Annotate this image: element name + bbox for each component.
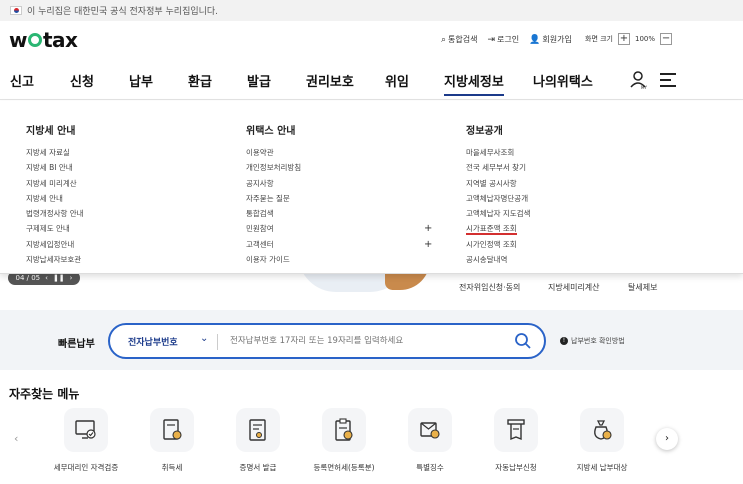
expand-plus-icon[interactable]: + [424,221,432,236]
hero-link-delegation[interactable]: 전자위임신청·동의 [459,282,520,293]
menu-item[interactable]: 개인정보처리방침 [246,160,301,175]
menu-column-wetax-guide: 위택스 안내 이용약관 개인정보처리방침 공지사항 자주묻는 질문 통합검색 민… [246,122,432,267]
next-icon[interactable]: › [70,274,73,282]
menu-item[interactable]: 마을세무사조회 [466,145,530,160]
zoom-value: 100% [635,35,656,43]
document-coin-icon [163,419,182,440]
menu-item[interactable]: 이용자 가이드 [246,252,301,267]
frequent-item-agent-verify[interactable]: 세무대리인 자격검증 [41,408,131,473]
receipt-icon [507,419,525,441]
menu-item[interactable]: 공시송달내역 [466,252,530,267]
menu-item[interactable]: 시가인정액 조회 [466,237,530,252]
nav-item-pay[interactable]: 납부 [129,71,153,90]
clipboard-coin-icon [335,418,353,441]
menu-item[interactable]: 지방세 BI 안내 [26,160,84,175]
menu-item[interactable]: 구제제도 안내 [26,221,84,236]
util-links: ⌕ 통합검색 ⇥ 로그인 👤 회원가입 [441,34,572,45]
hero-link-tax-report[interactable]: 탈세제보 [628,282,657,293]
search-icon[interactable] [514,332,532,350]
frequent-menu-title: 자주찾는 메뉴 [9,387,80,401]
frequent-item-registration-tax[interactable]: 등록면허세(등록분) [299,408,389,473]
menu-item[interactable]: 지방납세자보호관 [26,252,84,267]
menu-item[interactable]: 지방세 자료실 [26,145,84,160]
monitor-check-icon [75,420,96,439]
gov-banner-text: 이 누리집은 대한민국 공식 전자정부 누리집입니다. [27,7,219,17]
column-title: 정보공개 [466,126,503,137]
payment-number-help-link[interactable]: ! 납부번호 확인방법 [560,336,625,346]
zoom-label: 화면 크기 [585,35,613,43]
chevron-down-icon[interactable]: ⌄ [200,333,208,344]
logo-e-icon [27,32,42,47]
menu-item[interactable]: 고액체납자 지도검색 [466,206,530,221]
nav-item-rights[interactable]: 권리보호 [306,71,354,90]
divider [217,334,218,350]
zoom-control: 화면 크기 + 100% − [585,33,673,45]
menu-item[interactable]: 법령개정사항 안내 [26,206,84,221]
money-bag-icon [594,420,612,440]
nav-item-issue[interactable]: 발급 [247,71,271,90]
menu-item[interactable]: 지방세 미리계산 [26,176,84,191]
zoom-out-button[interactable]: − [660,33,673,45]
menu-item[interactable]: 자주묻는 질문 [246,191,301,206]
certificate-icon [249,419,266,441]
menu-item[interactable]: 통합검색 [246,206,301,221]
menu-item[interactable]: 지방세입정안내 [26,237,84,252]
quick-pay-section: 빠른납부 전자납부번호 ⌄ ! 납부번호 확인방법 [0,310,743,370]
menu-item-standard-price-lookup[interactable]: 시가표준액 조회 [466,221,530,236]
quick-pay-label: 빠른납부 [58,339,95,350]
menu-item-expandable[interactable]: 고객센터 + [246,237,432,252]
my-page-icon[interactable]: MY [630,70,648,90]
payment-type-select[interactable]: 전자납부번호 [128,335,178,348]
nav-item-delegate[interactable]: 위임 [385,71,409,90]
menu-column-info-disclosure: 정보공개 마을세무사조회 전국 세무부서 찾기 지역별 공시사항 고액체납자명단… [466,122,530,267]
zoom-in-button[interactable]: + [618,33,630,45]
wetax-logo[interactable]: w tax [9,28,78,52]
hero-banner: 04 / 05 ‹ ❚❚ › 전자위임신청·동의 지방세미리계산 탈세제보 [0,254,743,310]
nav-item-local-tax-info[interactable]: 지방세정보 [444,71,504,96]
carousel-prev-icon[interactable]: ‹ [14,432,18,445]
frequent-item-payment-target[interactable]: 지방세 납부대상 [557,408,647,473]
prev-icon[interactable]: ‹ [45,274,48,282]
hamburger-menu-icon[interactable] [660,73,676,87]
pager-count: 04 / 05 [15,274,41,282]
frequent-item-special-collection[interactable]: 특별징수 [385,408,475,473]
menu-column-local-tax-guide: 지방세 안내 지방세 자료실 지방세 BI 안내 지방세 미리계산 지방세 안내… [26,122,84,267]
menu-item[interactable]: 지역별 공시사항 [466,176,530,191]
korea-flag-icon [10,6,22,15]
nav-item-report[interactable]: 신고 [10,71,34,90]
add-user-icon: 👤 [529,35,541,45]
payment-number-input[interactable] [230,336,510,346]
signup-link[interactable]: 👤 회원가입 [529,34,572,45]
svg-text:MY: MY [641,85,647,90]
frequent-item-auto-payment[interactable]: 자동납부신청 [471,408,561,473]
login-icon: ⇥ [487,35,496,45]
search-link[interactable]: ⌕ 통합검색 [441,34,478,45]
menu-item-expandable[interactable]: 민원참여 + [246,221,432,236]
envelope-check-icon [420,422,440,439]
menu-item[interactable]: 공지사항 [246,176,301,191]
menu-item[interactable]: 지방세 안내 [26,191,84,206]
info-icon: ! [560,337,568,345]
pause-icon[interactable]: ❚❚ [53,274,65,282]
column-title: 지방세 안내 [26,126,76,137]
search-icon: ⌕ [441,35,447,45]
menu-item[interactable]: 고액체납자명단공개 [466,191,530,206]
nav-item-my-wetax[interactable]: 나의위택스 [533,71,593,90]
quick-pay-search-box: 전자납부번호 ⌄ [108,323,546,359]
frequent-item-acquisition-tax[interactable]: 취득세 [127,408,217,473]
expand-plus-icon[interactable]: + [424,237,432,252]
nav-item-apply[interactable]: 신청 [70,71,94,90]
menu-item[interactable]: 이용약관 [246,145,301,160]
login-link[interactable]: ⇥ 로그인 [488,34,520,45]
hero-link-precalc[interactable]: 지방세미리계산 [548,282,600,293]
main-nav: 신고 신청 납부 환급 발급 권리보호 위임 지방세정보 나의위택스 MY [0,59,743,100]
nav-item-refund[interactable]: 환급 [188,71,212,90]
mega-dropdown: 지방세 안내 지방세 자료실 지방세 BI 안내 지방세 미리계산 지방세 안내… [0,101,743,274]
menu-item[interactable]: 전국 세무부서 찾기 [466,160,530,175]
carousel-next-icon[interactable]: › [656,428,678,450]
gov-banner: 이 누리집은 대한민국 공식 전자정부 누리집입니다. [0,0,743,21]
column-title: 위택스 안내 [246,126,296,137]
frequent-item-certificate[interactable]: 증명서 발급 [213,408,303,473]
header: w tax ⌕ 통합검색 ⇥ 로그인 👤 회원가입 화면 크기 + 100% − [0,21,743,59]
